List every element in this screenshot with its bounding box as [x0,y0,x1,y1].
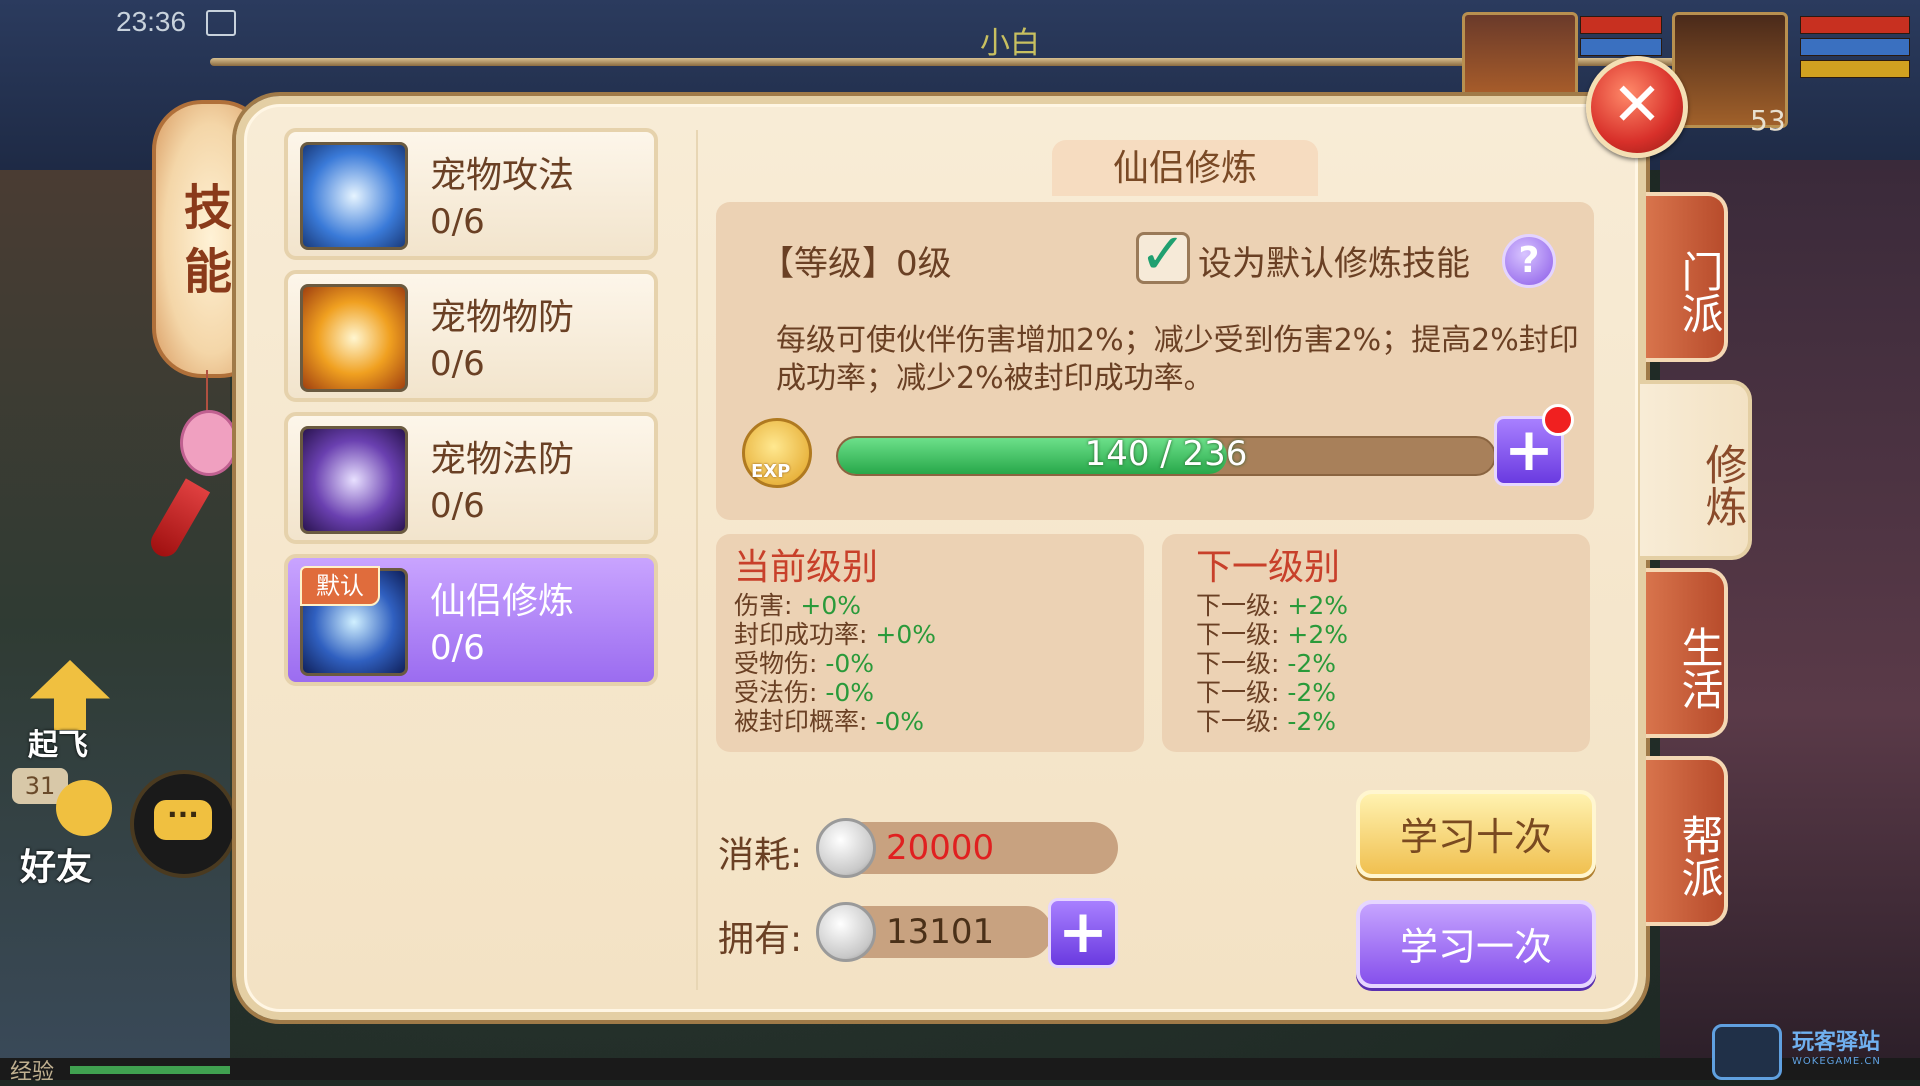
skill-level-text: 【等级】0级 [760,244,952,284]
player-level: 53 [1750,104,1786,137]
stat-line: 下一级: -2% [1196,702,1336,738]
tab-training[interactable]: 修炼 [1640,380,1752,560]
notification-dot [1542,404,1574,436]
owned-value: 13101 [886,912,995,952]
experience-label: 经验 [10,1060,55,1085]
skill-item-pet-physical-defense[interactable]: 宠物物防 0/6 [284,270,658,402]
status-time: 23:36 [116,6,187,37]
owned-label: 拥有: [718,919,803,960]
detail-title: 仙侣修炼 [1052,140,1318,196]
chat-icon: ··· [154,800,212,840]
exp-progress-text: 140 / 236 [1084,434,1248,474]
cost-label: 消耗: [718,835,803,876]
stat-value: +0% [875,620,936,649]
skill-count: 0/6 [430,202,485,242]
exp-icon: EXP [742,418,812,488]
skill-item-pet-magic-defense[interactable]: 宠物法防 0/6 [284,412,658,544]
panel-divider [696,130,698,990]
watermark-robot-icon [1712,1024,1782,1080]
default-training-checkbox[interactable]: ✓ [1136,227,1190,284]
experience-bar-fill [70,1066,230,1074]
next-level-title: 下一级别 [1196,547,1341,588]
watermark-text: 玩客驿站 [1792,1030,1881,1055]
skill-name: 宠物物防 [430,297,575,338]
player-hp-bar [1800,16,1910,34]
stat-label: 被封印概率: [734,707,876,736]
stat-value: -0% [875,707,925,736]
skill-count: 0/6 [430,486,485,526]
charm-icon [180,410,238,476]
learn-ten-times-button[interactable]: 学习十次 [1356,790,1596,878]
battery-icon [206,10,236,36]
pet-mp-bar [1580,38,1662,56]
help-icon[interactable]: ? [1502,234,1556,288]
experience-bar [0,1058,1920,1080]
cost-field: 20000 [836,822,1118,874]
cost-value: 20000 [886,828,995,868]
skill-name: 宠物法防 [430,439,575,480]
default-tag-badge: 默认 [300,566,380,606]
stat-label: 下一级: [1196,707,1288,736]
watermark-subtext: WOKEGAME.CN [1792,1056,1881,1067]
fly-button-label[interactable]: 起飞 [28,720,88,764]
pet-magic-defense-icon [300,426,408,534]
learn-once-button[interactable]: 学习一次 [1356,900,1596,988]
tab-guild[interactable]: 帮派 [1646,756,1728,926]
skill-count: 0/6 [430,344,485,384]
skill-item-partner-training[interactable]: 默认 仙侣修炼 0/6 [284,554,658,686]
stat-value: -2% [1287,707,1337,736]
add-silver-button[interactable]: + [1048,898,1118,968]
chat-button[interactable]: ··· [130,770,238,878]
tab-life[interactable]: 生活 [1646,568,1728,738]
lantern-char-2: 能 [184,244,233,300]
player-mp-bar [1800,38,1910,56]
skill-count: 0/6 [430,628,485,668]
friend-face-icon[interactable] [56,780,112,836]
player-sp-bar [1800,60,1910,78]
player-name: 小白 [980,26,1040,61]
tab-sect[interactable]: 门派 [1646,192,1728,362]
watermark-logo: 玩客驿站 WOKEGAME.CN [1712,1024,1912,1080]
pet-attack-icon [300,142,408,250]
skill-name: 仙侣修炼 [430,581,575,622]
current-level-title: 当前级别 [734,547,879,588]
pet-physical-defense-icon [300,284,408,392]
lantern-char-1: 技 [184,180,233,236]
pet-hp-bar [1580,16,1662,34]
friend-button-label[interactable]: 好友 [20,838,92,890]
exp-badge-text: EXP [751,461,791,482]
default-training-label: 设为默认修炼技能 [1198,244,1470,284]
stat-line: 被封印概率: -0% [734,702,924,738]
skill-name: 宠物攻法 [430,155,575,196]
skill-description: 每级可使伙伴伤害增加2%；减少受到伤害2%；提高2%封印成功率；减少2%被封印成… [776,323,1579,396]
close-button[interactable]: ✕ [1586,56,1688,158]
skill-item-pet-attack[interactable]: 宠物攻法 0/6 [284,128,658,260]
silver-coin-icon [816,902,876,962]
silver-coin-icon [816,818,876,878]
